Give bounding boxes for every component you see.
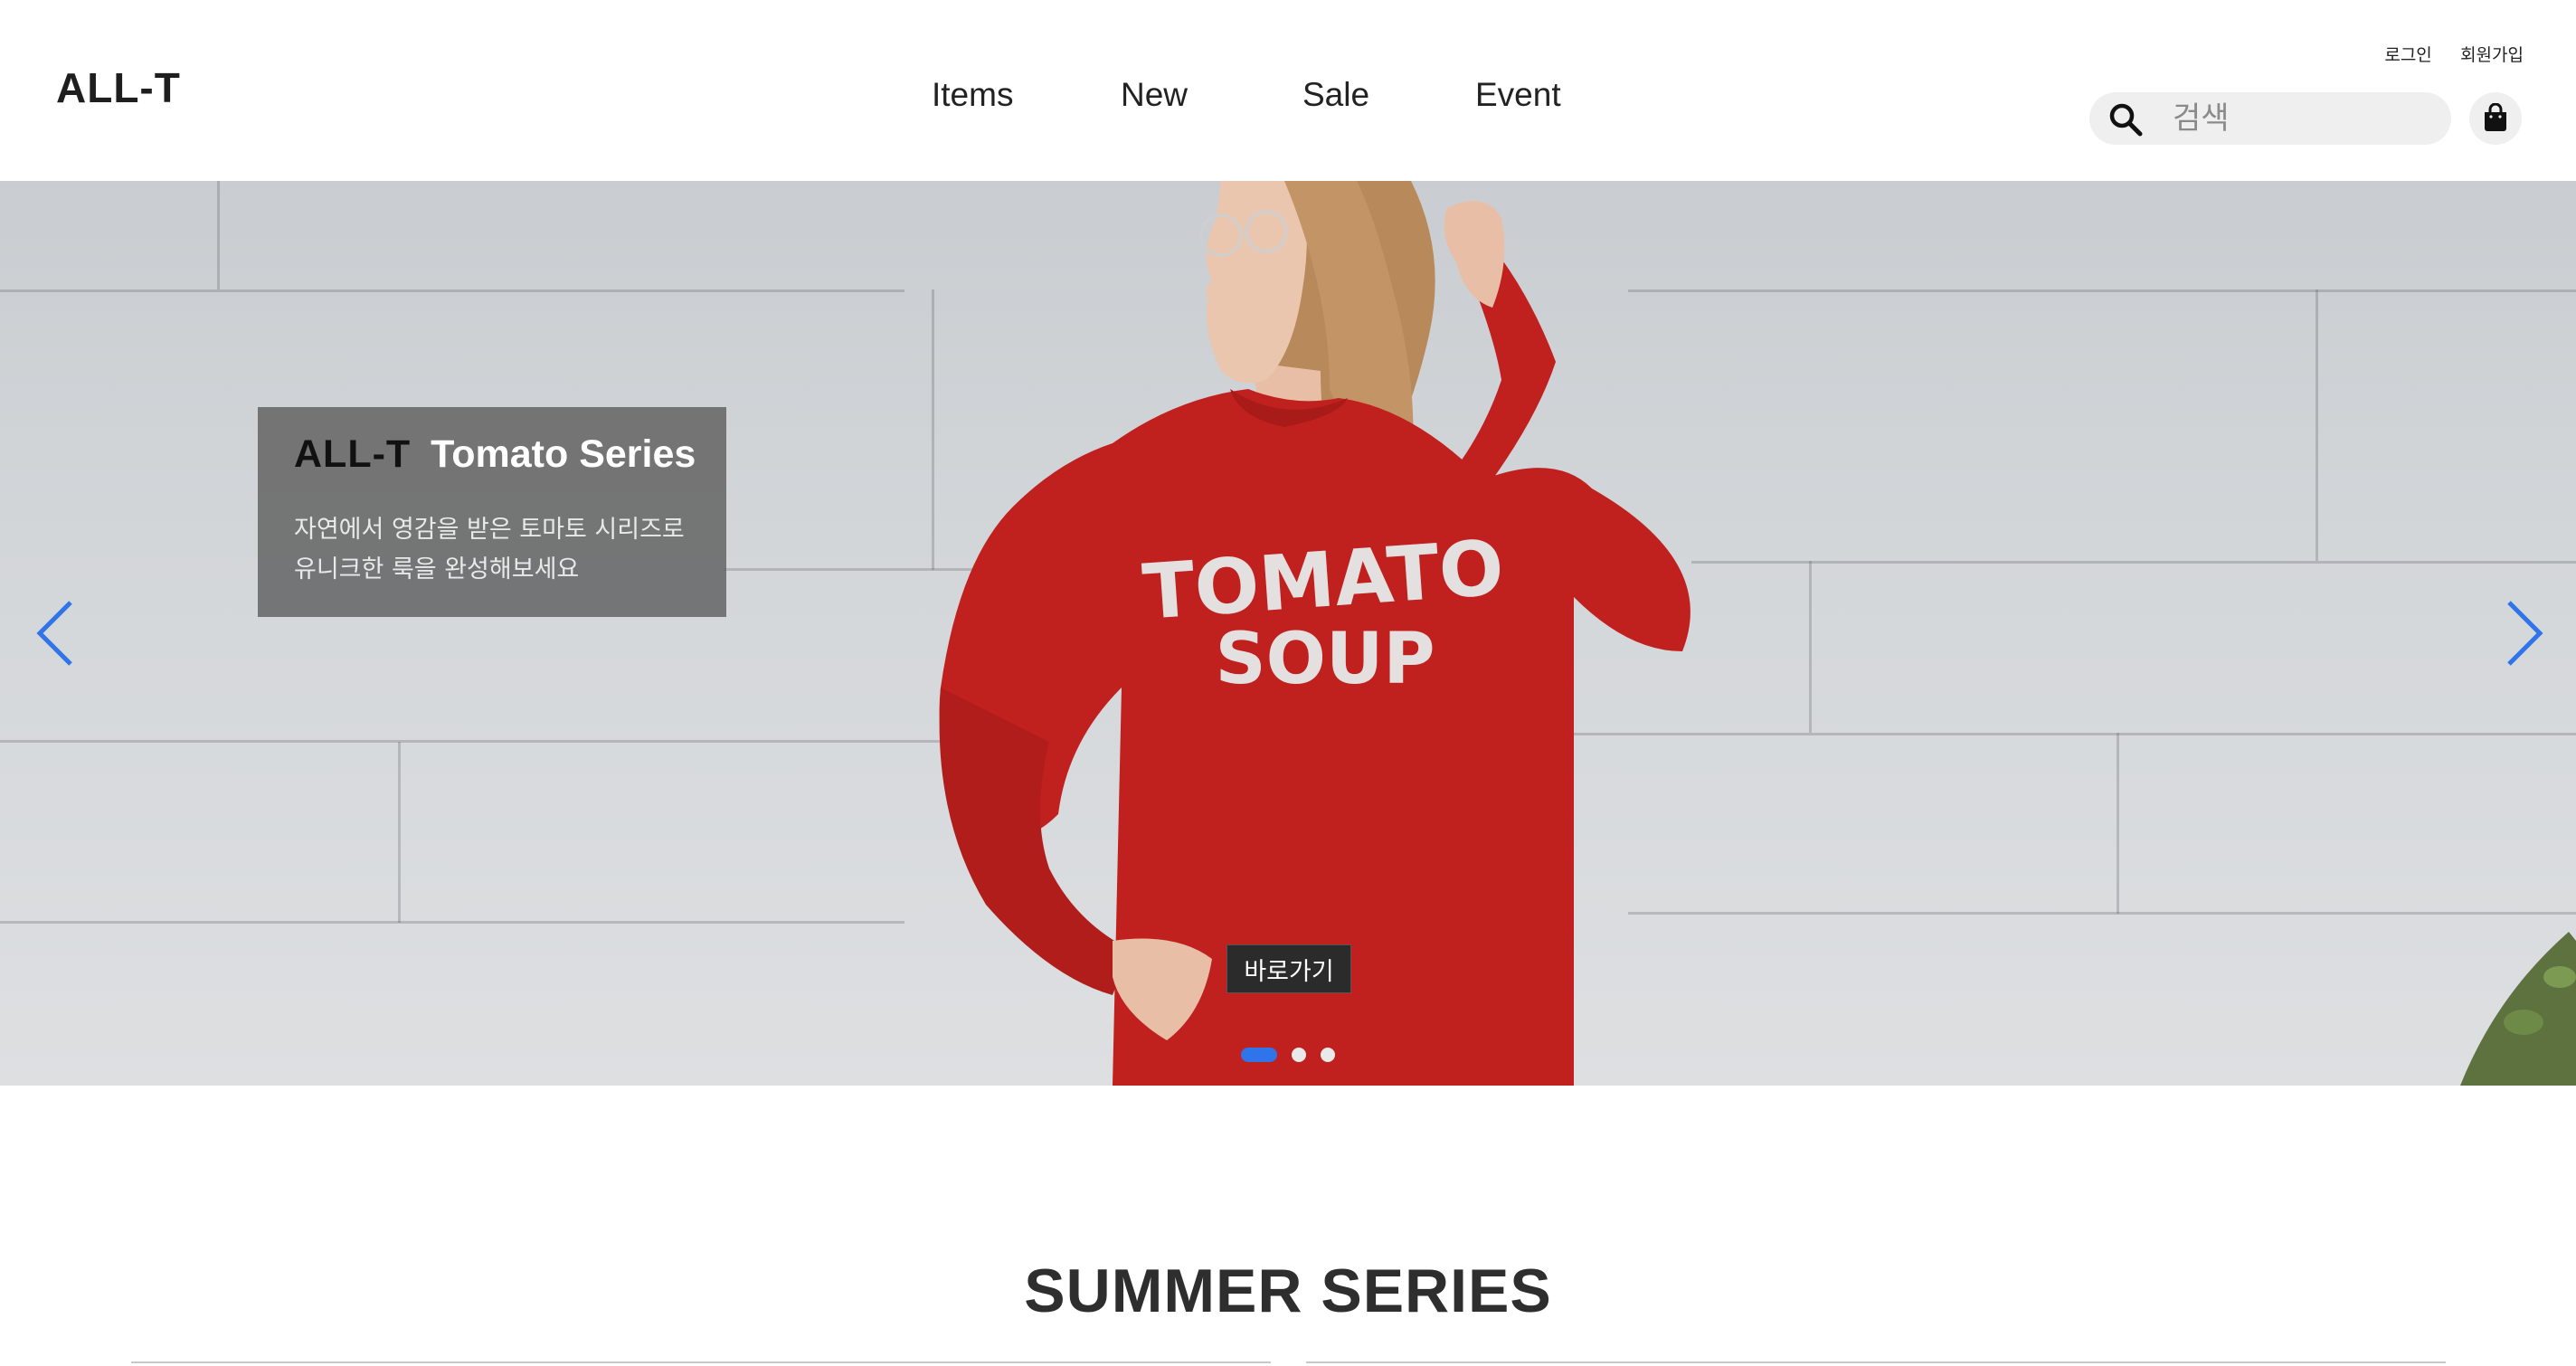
nav-item-new[interactable]: New (1121, 76, 1188, 114)
nav-item-sale[interactable]: Sale (1302, 76, 1369, 114)
hero-caption-line1: 자연에서 영감을 받은 토마토 시리즈로 (294, 516, 685, 544)
shopping-bag-icon (2485, 103, 2506, 131)
auth-links: 로그인 회원가입 (2361, 42, 2524, 66)
hero-caption-series: Tomato Series (431, 432, 696, 476)
shirt-print-line2: SOUP (1216, 619, 1435, 700)
hero-caption-brand: ALL-T (294, 432, 412, 476)
slide-dot-1[interactable] (1241, 1048, 1277, 1062)
hero-caption-description: 자연에서 영감을 받은 토마토 시리즈로 유니크한 룩을 완성해보세요 (294, 510, 685, 590)
card-divider (1306, 1361, 2446, 1363)
nav-item-items[interactable]: Items (932, 76, 1013, 114)
plant-leaf (2543, 966, 2576, 988)
search-input[interactable] (2173, 98, 2435, 139)
cart-button[interactable] (2469, 92, 2522, 145)
signup-link[interactable]: 회원가입 (2460, 46, 2524, 65)
slide-dot-2[interactable] (1292, 1048, 1306, 1062)
login-link[interactable]: 로그인 (2384, 46, 2431, 65)
chevron-left-icon[interactable] (29, 597, 83, 669)
nav-item-event[interactable]: Event (1475, 76, 1561, 114)
plant-leaf (2504, 1010, 2543, 1035)
slide-dot-3[interactable] (1321, 1048, 1335, 1062)
search-icon[interactable] (2107, 101, 2144, 138)
hero-caption: ALL-T Tomato Series 자연에서 영감을 받은 토마토 시리즈로 … (258, 407, 726, 617)
hero-caption-line2: 유니크한 룩을 완성해보세요 (294, 555, 580, 583)
card-divider (131, 1361, 1271, 1363)
hero-caption-title: ALL-T Tomato Series (294, 432, 696, 477)
search-box (2089, 92, 2451, 145)
go-to-button[interactable]: 바로가기 (1226, 944, 1351, 993)
chevron-right-icon[interactable] (2496, 597, 2551, 669)
hero-banner: TOMATO SOUP ALL-T Tomato Series 자연에서 영감을 … (0, 181, 2576, 1086)
site-header: ALL-T Items New Sale Event 로그인 회원가입 (0, 0, 2576, 181)
section-title: SUMMER SERIES (1024, 1257, 1552, 1325)
